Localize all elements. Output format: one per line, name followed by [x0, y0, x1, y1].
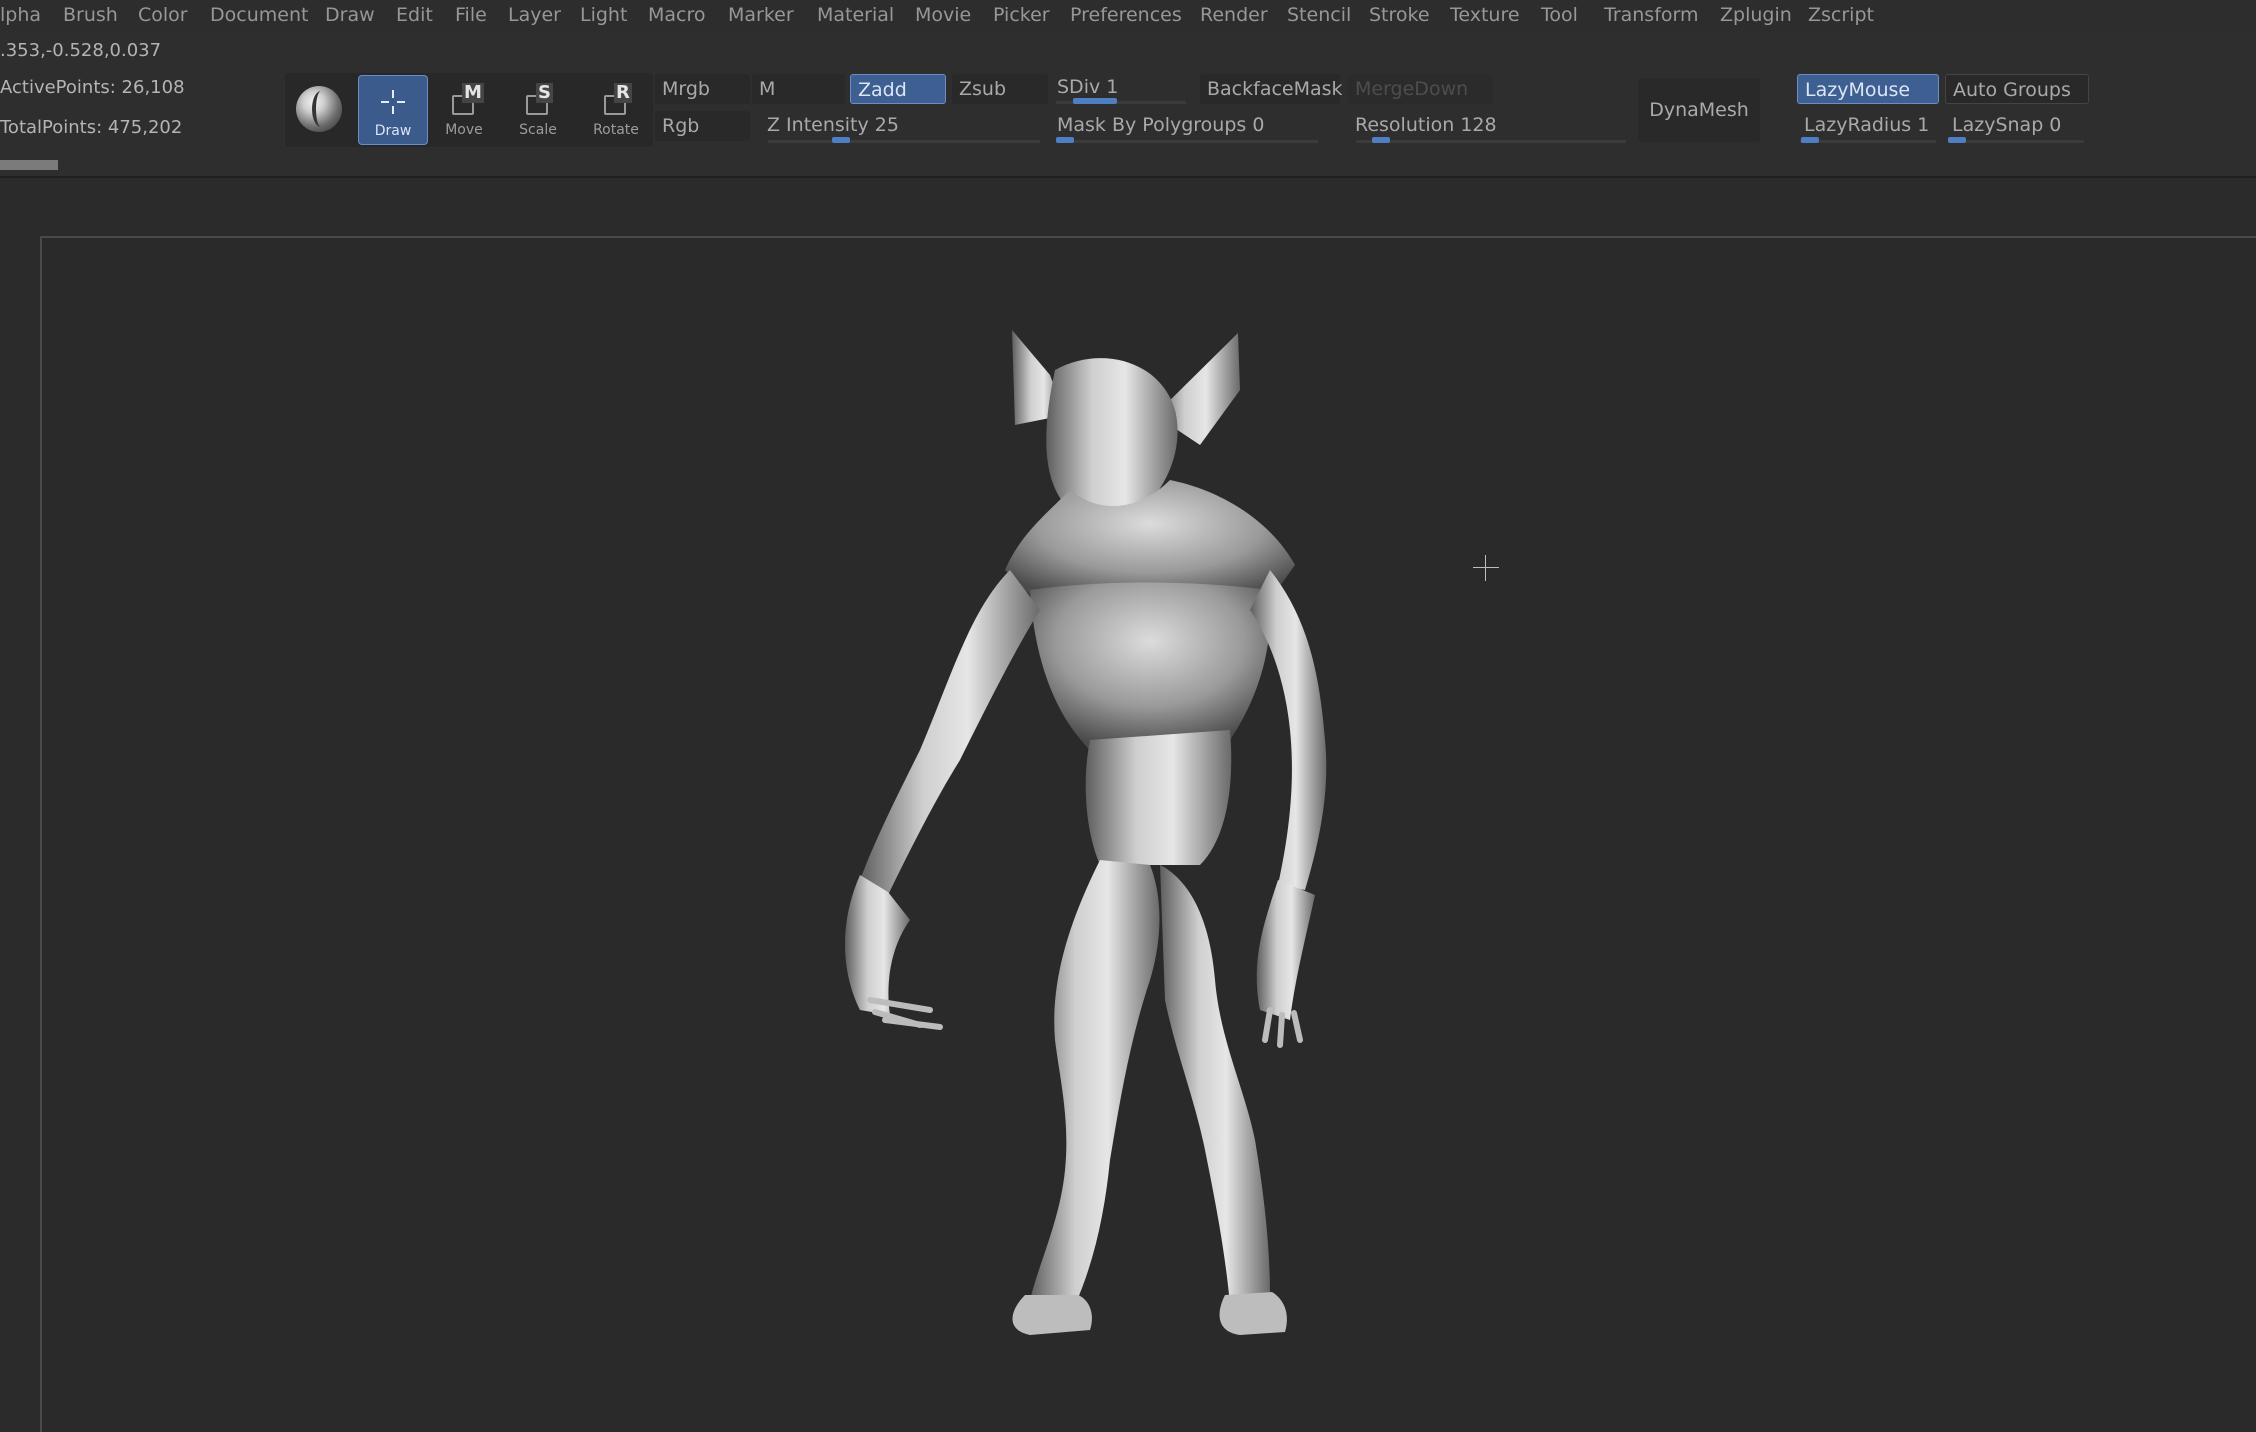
mrgb-button[interactable]: Mrgb	[655, 74, 750, 104]
lazy-snap-knob[interactable]	[1948, 137, 1966, 143]
menu-preferences[interactable]: Preferences	[1070, 4, 1182, 26]
rotate-r-icon: R	[600, 82, 632, 117]
menu-edit[interactable]: Edit	[396, 4, 433, 26]
move-button[interactable]: M Move	[430, 75, 498, 143]
rotate-label: Rotate	[593, 122, 639, 138]
menu-file[interactable]: File	[455, 4, 487, 26]
zadd-button[interactable]: Zadd	[850, 74, 946, 104]
zsub-button[interactable]: Zsub	[952, 74, 1048, 104]
draw-label: Draw	[374, 123, 412, 139]
lazy-snap-track	[1948, 140, 2084, 143]
menu-brush[interactable]: Brush	[63, 4, 118, 26]
left-leg	[1030, 860, 1160, 1305]
draw-button[interactable]: Draw	[358, 75, 428, 145]
menu-document[interactable]: Document	[210, 4, 308, 26]
right-foot	[1219, 1292, 1287, 1335]
right-hand	[1256, 880, 1315, 1020]
menu-zplugin[interactable]: Zplugin	[1720, 4, 1792, 26]
m-button[interactable]: M	[752, 74, 845, 104]
z-intensity-knob[interactable]	[831, 137, 850, 143]
menu-zscript[interactable]: Zscript	[1808, 4, 1874, 26]
menu-tool[interactable]: Tool	[1541, 4, 1578, 26]
left-arm	[860, 570, 1040, 895]
menu-transform[interactable]: Transform	[1604, 4, 1699, 26]
backface-mask-button[interactable]: BackfaceMask	[1200, 74, 1343, 104]
abdomen	[1085, 730, 1232, 865]
draw-crosshair-svg	[381, 90, 405, 114]
rotate-letter: R	[614, 82, 632, 103]
mask-by-polygroups-track	[1056, 140, 1318, 143]
menu-render[interactable]: Render	[1200, 4, 1268, 26]
menu-bar: lpha Brush Color Document Draw Edit File…	[0, 0, 2256, 34]
lazy-radius-track	[1800, 140, 1936, 143]
scale-letter: S	[536, 82, 553, 103]
move-m-icon: M	[448, 83, 484, 117]
merge-down-button: MergeDown	[1348, 74, 1493, 104]
demon-sculpt-model[interactable]	[800, 320, 1480, 1380]
auto-groups-button[interactable]: Auto Groups	[1945, 74, 2089, 104]
mask-by-polygroups-knob[interactable]	[1056, 137, 1074, 143]
left-fingers	[867, 997, 943, 1030]
menu-stencil[interactable]: Stencil	[1287, 4, 1351, 26]
rgb-button[interactable]: Rgb	[655, 111, 750, 141]
chest	[1030, 582, 1271, 750]
crosshair-cursor-icon-vertical	[1485, 555, 1486, 581]
menu-stroke[interactable]: Stroke	[1369, 4, 1430, 26]
material-sphere-icon[interactable]	[296, 86, 342, 132]
mask-by-polygroups-slider[interactable]: Mask By Polygroups 0	[1050, 110, 1320, 140]
menu-layer[interactable]: Layer	[508, 4, 561, 26]
z-intensity-track	[768, 140, 1040, 143]
resolution-knob[interactable]	[1371, 137, 1390, 143]
left-foot	[1012, 1295, 1092, 1335]
scale-s-icon: S	[522, 82, 554, 117]
resolution-track	[1356, 140, 1626, 143]
sdiv-slider[interactable]: SDiv 1	[1050, 72, 1190, 102]
right-leg	[1160, 865, 1270, 1305]
menu-marker[interactable]: Marker	[728, 4, 794, 26]
z-intensity-slider[interactable]: Z Intensity 25	[760, 110, 1045, 140]
dynamesh-button[interactable]: DynaMesh	[1638, 78, 1760, 142]
progress-bar	[0, 160, 58, 170]
coordinates-readout: .353,-0.528,0.037	[0, 40, 162, 61]
resolution-slider[interactable]: Resolution 128	[1348, 110, 1628, 140]
lazy-radius-knob[interactable]	[1801, 137, 1820, 143]
lazy-snap-slider[interactable]: LazySnap 0	[1945, 110, 2087, 140]
active-points-readout: ActivePoints: 26,108	[0, 77, 185, 98]
menu-alpha[interactable]: lpha	[0, 4, 41, 26]
menu-material[interactable]: Material	[817, 4, 894, 26]
menu-picker[interactable]: Picker	[993, 4, 1050, 26]
right-fingers	[1262, 1007, 1303, 1048]
move-letter: M	[462, 82, 484, 103]
scale-label: Scale	[519, 122, 557, 138]
menu-texture[interactable]: Texture	[1450, 4, 1520, 26]
lazy-radius-slider[interactable]: LazyRadius 1	[1797, 110, 1939, 140]
total-points-readout: TotalPoints: 475,202	[0, 117, 183, 138]
right-arm	[1250, 570, 1327, 890]
rotate-button[interactable]: R Rotate	[582, 75, 650, 143]
menu-draw[interactable]: Draw	[325, 4, 375, 26]
material-swirl	[312, 91, 330, 127]
menu-movie[interactable]: Movie	[915, 4, 971, 26]
menu-light[interactable]: Light	[580, 4, 627, 26]
move-label: Move	[445, 122, 483, 138]
menu-macro[interactable]: Macro	[648, 4, 706, 26]
sdiv-knob[interactable]	[1073, 98, 1118, 104]
menu-color[interactable]: Color	[138, 4, 188, 26]
lazymouse-button[interactable]: LazyMouse	[1797, 74, 1939, 104]
left-hand	[845, 875, 910, 1015]
draw-crosshair-icon	[377, 86, 409, 118]
scale-button[interactable]: S Scale	[504, 75, 572, 143]
